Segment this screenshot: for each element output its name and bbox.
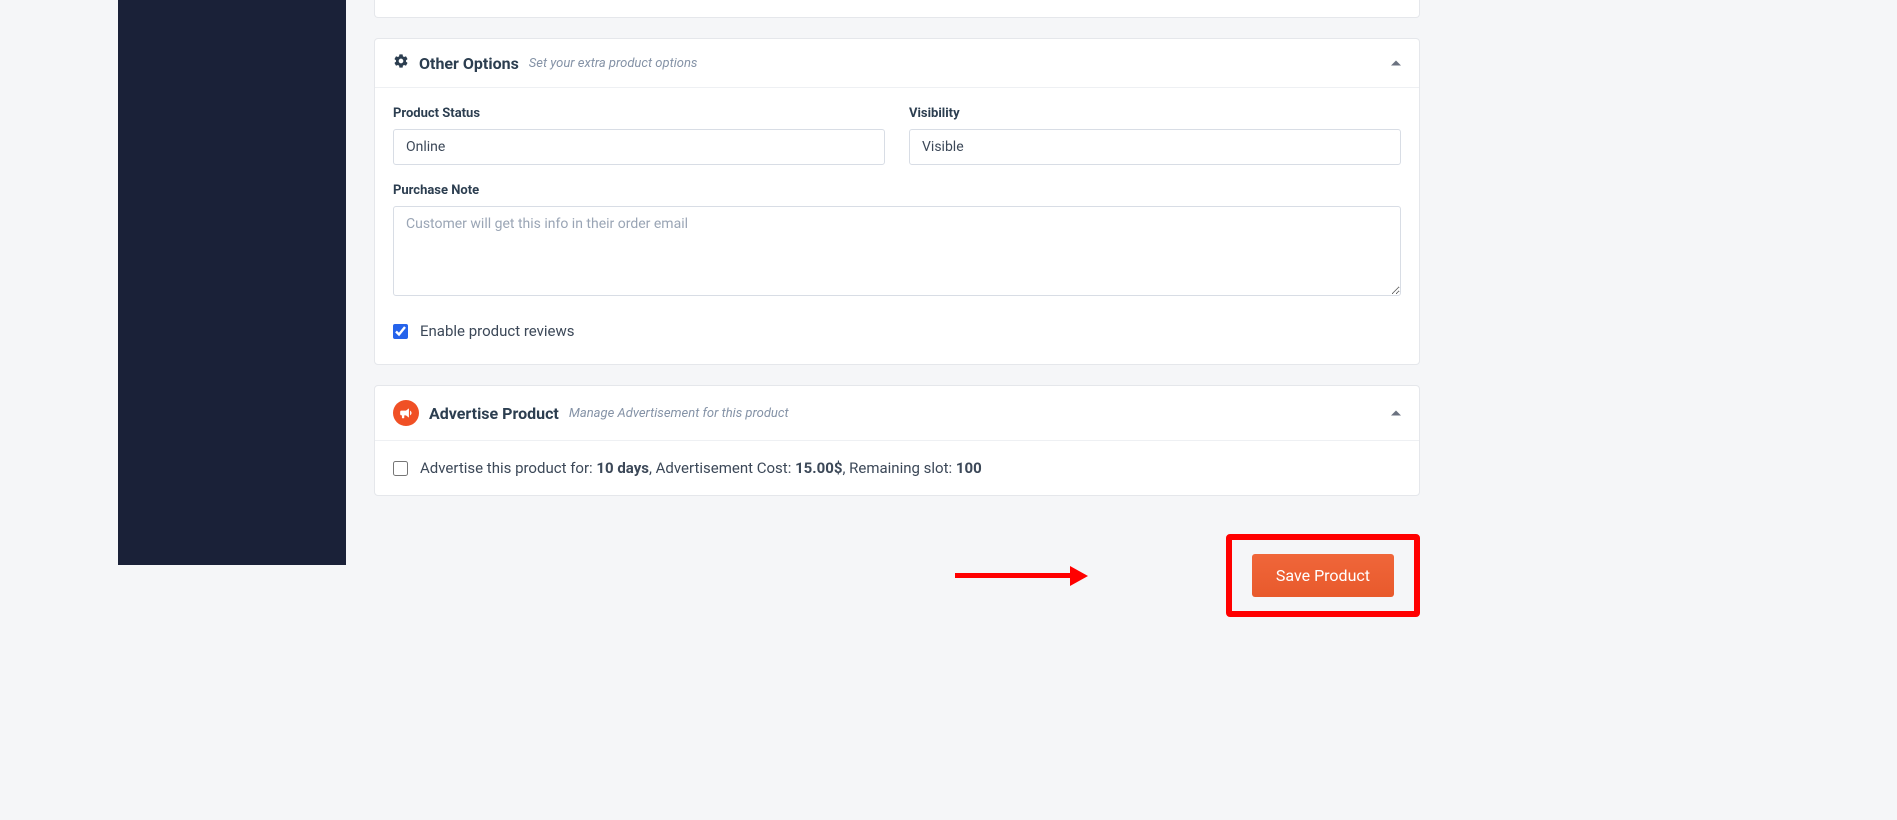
sidebar-nav xyxy=(118,0,346,565)
gear-icon xyxy=(393,53,409,73)
form-actions: Save Product xyxy=(374,516,1420,635)
other-options-panel: Other Options Set your extra product opt… xyxy=(374,38,1420,365)
product-status-label: Product Status xyxy=(393,106,885,121)
advertise-header[interactable]: Advertise Product Manage Advertisement f… xyxy=(375,386,1419,440)
visibility-label: Visibility xyxy=(909,106,1401,121)
other-options-title: Other Options xyxy=(419,54,519,73)
annotation-highlight-box: Save Product xyxy=(1226,534,1420,617)
previous-panel-bottom xyxy=(374,0,1420,18)
collapse-up-icon[interactable] xyxy=(1391,61,1401,66)
save-product-button[interactable]: Save Product xyxy=(1252,554,1394,597)
enable-reviews-checkbox[interactable] xyxy=(393,324,408,339)
advertise-panel: Advertise Product Manage Advertisement f… xyxy=(374,385,1420,496)
advertise-terms-text: Advertise this product for: 10 days, Adv… xyxy=(420,459,982,477)
enable-reviews-label: Enable product reviews xyxy=(420,322,575,340)
bullhorn-icon xyxy=(393,400,419,426)
other-options-subtitle: Set your extra product options xyxy=(529,56,698,71)
advertise-subtitle: Manage Advertisement for this product xyxy=(569,406,789,421)
collapse-up-icon[interactable] xyxy=(1391,411,1401,416)
purchase-note-textarea[interactable] xyxy=(393,206,1401,296)
other-options-header[interactable]: Other Options Set your extra product opt… xyxy=(375,39,1419,87)
advertise-title: Advertise Product xyxy=(429,404,559,423)
purchase-note-label: Purchase Note xyxy=(393,183,1401,198)
advertise-checkbox[interactable] xyxy=(393,461,408,476)
visibility-field[interactable] xyxy=(909,129,1401,165)
annotation-arrow xyxy=(955,566,1088,586)
product-status-field[interactable] xyxy=(393,129,885,165)
